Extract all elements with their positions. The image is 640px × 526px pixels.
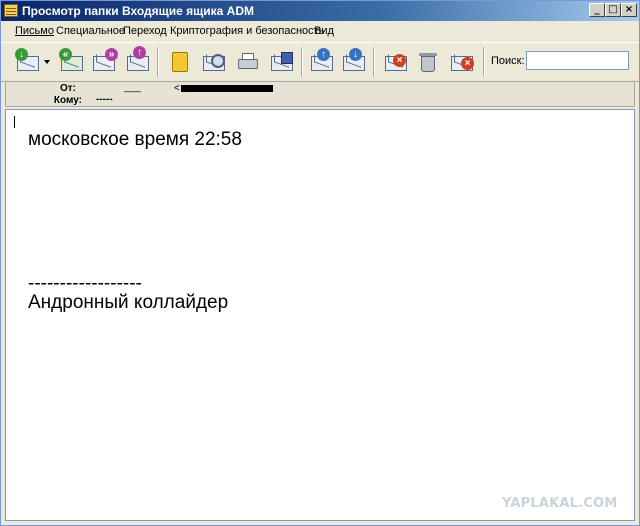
body-line: московское время 22:58 (28, 129, 242, 150)
send-button[interactable]: ↑ (123, 46, 153, 77)
watermark: YAPLAKAL.COM (502, 496, 618, 511)
toolbar: ↓ « » ↑ ↑ ↓ × × Поиск: (1, 42, 639, 82)
menu-letter-label: Письмо (15, 25, 54, 37)
menu-view[interactable]: Вид (314, 25, 334, 37)
menu-crypto-label: Криптография и безопасность (170, 25, 325, 37)
message-header: От: ___ < Кому: ----- (5, 81, 635, 107)
forward-icon: » (93, 48, 118, 72)
junk-button[interactable]: × (447, 47, 477, 77)
previous-message-icon: ↑ (311, 48, 333, 72)
from-label: От: (59, 83, 76, 94)
address-book-icon (169, 52, 191, 72)
previous-message-button[interactable]: ↑ (307, 47, 337, 77)
menu-view-label: Вид (314, 25, 334, 37)
dropdown-arrow-icon (44, 60, 50, 64)
maximize-button[interactable]: □ (605, 3, 621, 17)
minimize-button[interactable]: _ (589, 3, 605, 17)
junk-icon: × (451, 52, 474, 72)
toolbar-separator (301, 47, 303, 77)
menu-crypto[interactable]: Криптография и безопасность (170, 25, 324, 37)
toolbar-separator (373, 47, 375, 77)
mail-window: Просмотр папки Входящие ящика ADM _ □ × … (0, 0, 640, 526)
message-body[interactable]: московское время 22:58 -----------------… (5, 109, 635, 521)
menu-go[interactable]: Переход (123, 25, 167, 37)
title-bar[interactable]: Просмотр папки Входящие ящика ADM _ □ × (1, 1, 639, 21)
menu-special[interactable]: Специальное (56, 25, 125, 37)
get-mail-icon: ↓ (15, 48, 39, 72)
window-title: Просмотр папки Входящие ящика ADM (22, 4, 255, 18)
text-cursor (14, 116, 15, 128)
find-button[interactable] (199, 47, 229, 77)
send-icon: ↑ (127, 46, 149, 72)
folder-icon (4, 4, 18, 17)
close-button[interactable]: × (621, 3, 637, 17)
menu-special-label: Специальное (56, 25, 126, 37)
to-value: ----- (96, 94, 113, 105)
menu-letter[interactable]: Письмо (15, 25, 54, 37)
next-message-button[interactable]: ↓ (339, 47, 369, 77)
print-button[interactable] (233, 47, 263, 77)
find-icon (203, 52, 225, 72)
delete-button[interactable] (413, 47, 443, 77)
to-label: Кому: (53, 95, 82, 106)
get-mail-dropdown[interactable] (41, 47, 53, 77)
get-mail-button[interactable]: ↓ (13, 47, 43, 77)
body-line: Андронный коллайдер (28, 292, 229, 313)
next-message-icon: ↓ (343, 48, 365, 72)
mark-spam-button[interactable]: × (381, 47, 411, 77)
toolbar-separator (483, 47, 485, 77)
menu-go-label: Переход (123, 25, 167, 37)
address-book-button[interactable] (165, 47, 195, 77)
save-button[interactable] (267, 47, 297, 77)
reply-all-button[interactable]: « (57, 47, 87, 77)
print-icon (237, 52, 259, 72)
toolbar-separator (157, 47, 159, 77)
save-icon (271, 52, 293, 72)
from-name: ___ (124, 82, 141, 93)
menu-bar: Письмо Специальное Переход Криптография … (1, 21, 639, 41)
forward-button[interactable]: » (89, 47, 119, 77)
reply-all-icon: « (59, 48, 83, 72)
redaction-bar (181, 85, 273, 92)
mark-spam-icon: × (385, 52, 407, 72)
delete-icon (417, 52, 439, 72)
search-input[interactable] (526, 51, 629, 70)
search-label: Поиск: (491, 55, 525, 67)
from-email-prefix: < (174, 83, 180, 94)
